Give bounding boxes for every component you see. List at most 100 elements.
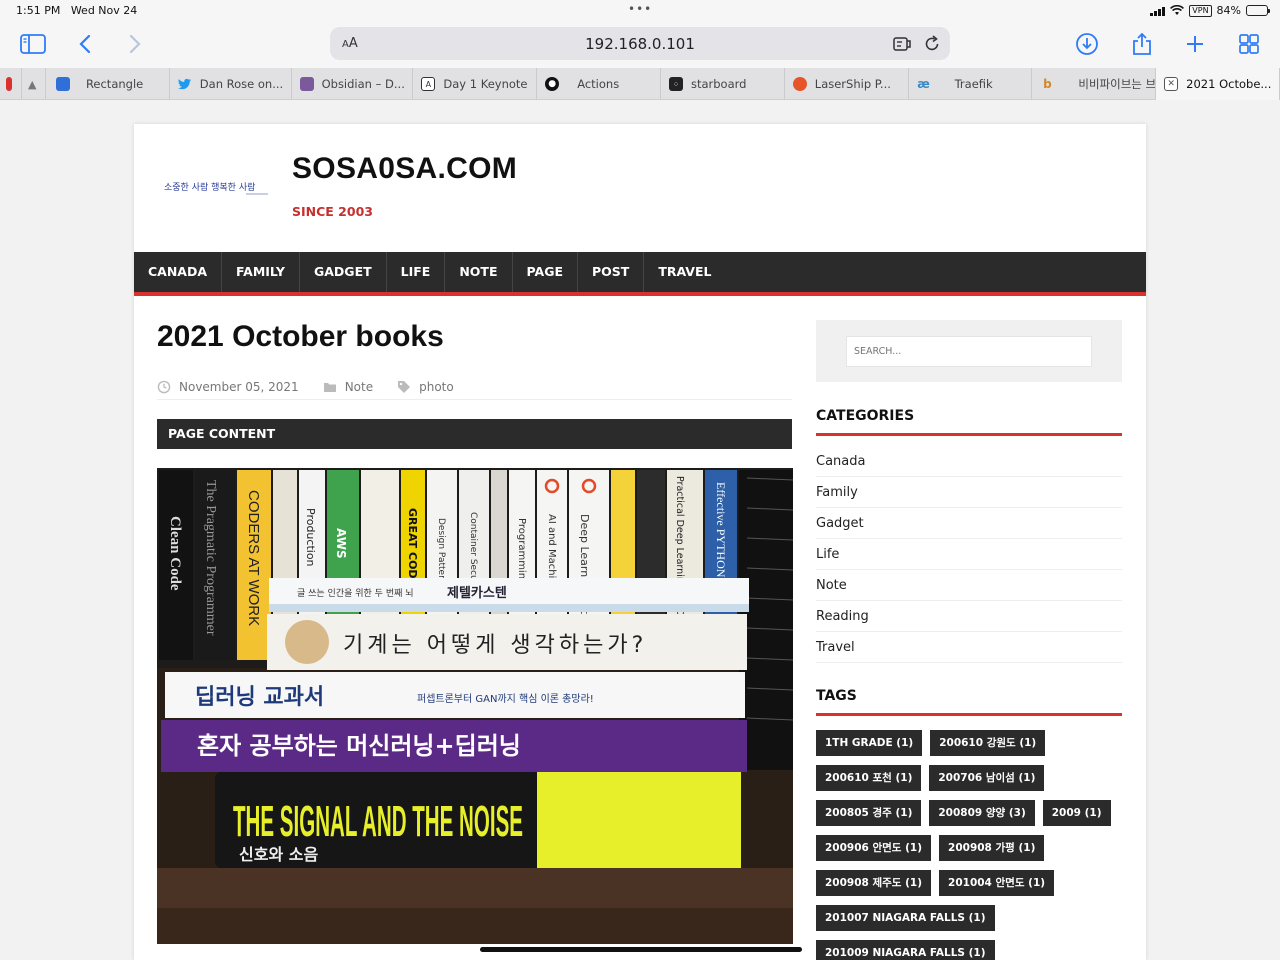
- tab-korean[interactable]: b 비비파이브는 브...: [1032, 68, 1157, 100]
- forward-arrow-icon[interactable]: [120, 30, 150, 58]
- tag-link[interactable]: 1TH GRADE (1): [816, 730, 923, 756]
- stack-book-honja-gongbu: 혼자 공부하는 머신러닝+딥러닝: [161, 720, 747, 772]
- nav-item-canada[interactable]: CANADA: [134, 252, 223, 292]
- site-title[interactable]: SOSA0SA.COM: [292, 152, 517, 186]
- vpn-badge: VPN: [1189, 4, 1212, 17]
- svg-text:혼자 공부하는 머신러닝+딥러닝: 혼자 공부하는 머신러닝+딥러닝: [197, 732, 521, 760]
- share-icon[interactable]: [1127, 30, 1157, 58]
- category-reading[interactable]: Reading: [816, 601, 1122, 632]
- nav-item-post[interactable]: POST: [578, 252, 645, 292]
- page-content-header: PAGE CONTENT: [157, 419, 792, 449]
- nav-item-page[interactable]: PAGE: [513, 252, 578, 292]
- svg-text:AWS: AWS: [334, 528, 348, 559]
- svg-text:The Pragmatic Programmer: The Pragmatic Programmer: [203, 480, 218, 636]
- tab-label: 비비파이브는 브...: [1078, 77, 1157, 91]
- category-canada[interactable]: Canada: [816, 446, 1122, 477]
- tag-link[interactable]: 200809 양양 (3): [929, 800, 1035, 826]
- back-arrow-icon[interactable]: [70, 30, 100, 58]
- browser-toolbar: AA 192.168.0.101: [0, 22, 1280, 68]
- svg-text:소중한 사람 행복한 사람: 소중한 사람 행복한 사람: [164, 181, 255, 193]
- svg-text:퍼셉트론부터 GAN까지 핵심 이론 총망라!: 퍼셉트론부터 GAN까지 핵심 이론 총망라!: [417, 693, 594, 705]
- pin-icon: ▲: [27, 77, 37, 91]
- category-family[interactable]: Family: [816, 477, 1122, 508]
- web-page: 소중한 사람 행복한 사람 SOSA0SA.COM SINCE 2003 CAN…: [134, 124, 1146, 960]
- battery-percent: 84%: [1216, 4, 1241, 17]
- category-note[interactable]: Note: [816, 570, 1122, 601]
- page-translate-icon[interactable]: [892, 34, 912, 54]
- tab-twitter[interactable]: Dan Rose on...: [170, 68, 292, 100]
- tab-current[interactable]: ✕ 2021 Octobe...: [1156, 68, 1280, 100]
- new-tab-plus-icon[interactable]: [1180, 30, 1210, 58]
- svg-text:Effective PYTHON: Effective PYTHON: [714, 482, 728, 578]
- tab-label: starboard: [690, 77, 747, 91]
- tag-link[interactable]: 200610 강원도 (1): [930, 730, 1046, 756]
- address-bar[interactable]: AA 192.168.0.101: [330, 27, 950, 60]
- twitter-bird-icon: [177, 78, 191, 90]
- post-title: 2021 October books: [157, 320, 444, 353]
- status-bar: 1:51 PM Wed Nov 24 ••• VPN 84%: [0, 0, 1280, 22]
- tab-overview-icon[interactable]: [1234, 30, 1264, 58]
- red-app-icon: [6, 77, 12, 91]
- tab-actions[interactable]: ● Actions: [537, 68, 661, 100]
- tag-link[interactable]: 200610 포천 (1): [816, 765, 922, 791]
- svg-text:Programming: Programming: [516, 518, 527, 585]
- nav-item-family[interactable]: FAMILY: [222, 252, 300, 292]
- tag-cloud: 1TH GRADE (1) 200610 강원도 (1) 200610 포천 (…: [816, 730, 1122, 960]
- downloads-icon[interactable]: [1072, 30, 1102, 58]
- tab-lasership[interactable]: LaserShip P...: [785, 68, 909, 100]
- tab-label: Traefik: [954, 77, 993, 91]
- traefik-icon: æ: [917, 77, 930, 91]
- close-icon[interactable]: ✕: [1164, 77, 1179, 91]
- tab-pinned-1[interactable]: [0, 68, 22, 100]
- nav-item-travel[interactable]: TRAVEL: [644, 252, 725, 292]
- tag-link[interactable]: 200706 남이섬 (1): [929, 765, 1045, 791]
- tab-label: LaserShip P...: [814, 77, 891, 91]
- stack-book-zettelkasten: 글 쓰는 인간을 위한 두 번째 뇌 제텔카스텐: [269, 578, 749, 612]
- wifi-icon: [1170, 5, 1185, 15]
- tab-pinned-2[interactable]: ▲: [22, 68, 46, 100]
- svg-text:딥러닝 교과서: 딥러닝 교과서: [195, 685, 324, 710]
- category-gadget[interactable]: Gadget: [816, 508, 1122, 539]
- folder-icon: [323, 382, 336, 392]
- post-tag-link[interactable]: photo: [419, 380, 454, 394]
- lasership-icon: [792, 77, 807, 91]
- site-logo[interactable]: 소중한 사람 행복한 사람: [164, 176, 276, 200]
- svg-text:THE SIGNAL AND THE NOISE: THE SIGNAL AND THE NOISE: [233, 797, 523, 846]
- tab-traefik[interactable]: æ Traefik: [909, 68, 1033, 100]
- clock-icon: [157, 380, 171, 393]
- tag-link[interactable]: 201007 NIAGARA FALLS (1): [816, 905, 995, 931]
- svg-text:기계는 어떻게 생각하는가?: 기계는 어떻게 생각하는가?: [343, 633, 647, 658]
- post-category-link[interactable]: Note: [345, 380, 373, 394]
- reload-icon[interactable]: [922, 34, 942, 54]
- category-travel[interactable]: Travel: [816, 632, 1122, 663]
- tab-starboard[interactable]: ⁘ starboard: [661, 68, 785, 100]
- tab-label: Rectangle: [85, 77, 144, 91]
- tag-link[interactable]: 200908 제주도 (1): [816, 870, 932, 896]
- category-life[interactable]: Life: [816, 539, 1122, 570]
- post-photo[interactable]: Clean Code The Pragmatic Programmer CODE…: [157, 468, 793, 944]
- tag-link[interactable]: 200906 안면도 (1): [816, 835, 932, 861]
- tab-obsidian[interactable]: Obsidian – D...: [292, 68, 414, 100]
- nav-item-note[interactable]: NOTE: [445, 252, 513, 292]
- post-meta: November 05, 2021 Note photo: [157, 374, 792, 400]
- tag-link[interactable]: 200908 가평 (1): [939, 835, 1045, 861]
- multitasking-dots[interactable]: •••: [628, 2, 652, 16]
- sidebar-toggle-icon[interactable]: [18, 30, 48, 58]
- tab-keynote[interactable]: A Day 1 Keynote: [413, 68, 538, 100]
- nav-item-gadget[interactable]: GADGET: [300, 252, 387, 292]
- category-list: Canada Family Gadget Life Note Reading T…: [816, 446, 1122, 663]
- home-indicator[interactable]: [480, 947, 802, 952]
- tab-strip: ▲ Rectangle Dan Rose on... Obsidian – D.…: [0, 68, 1280, 100]
- github-icon: ●: [545, 77, 560, 91]
- tag-link[interactable]: 2009 (1): [1042, 800, 1111, 826]
- main-nav: CANADA FAMILY GADGET LIFE NOTE PAGE POST…: [134, 252, 1146, 296]
- books-photo: Clean Code The Pragmatic Programmer CODE…: [157, 468, 793, 944]
- tag-link[interactable]: 201009 NIAGARA FALLS (1): [816, 940, 995, 960]
- keynote-a-icon: A: [421, 77, 436, 91]
- tag-link[interactable]: 201004 안면도 (1): [939, 870, 1055, 896]
- nav-item-life[interactable]: LIFE: [387, 252, 446, 292]
- tab-rectangle[interactable]: Rectangle: [46, 68, 170, 100]
- tag-link[interactable]: 200805 경주 (1): [816, 800, 922, 826]
- search-input[interactable]: [846, 336, 1092, 367]
- status-time: 1:51 PM Wed Nov 24: [16, 4, 138, 17]
